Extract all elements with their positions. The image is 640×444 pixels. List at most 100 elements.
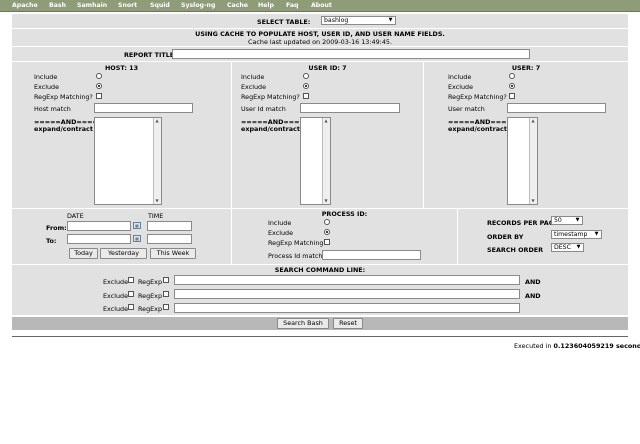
- process-regexp-checkbox[interactable]: [324, 239, 330, 245]
- process-exclude-radio[interactable]: [324, 229, 330, 235]
- nav-about[interactable]: About: [311, 2, 332, 9]
- from-time-input[interactable]: [147, 221, 192, 231]
- records-per-page-select[interactable]: 50 ▼: [551, 216, 583, 225]
- userid-regexp-checkbox[interactable]: [303, 93, 309, 99]
- action-bar: Search Bash Reset: [12, 317, 628, 330]
- host-include-radio[interactable]: [96, 73, 102, 79]
- search-button[interactable]: Search Bash: [277, 318, 329, 329]
- user-match-input[interactable]: [507, 103, 606, 113]
- userid-expand-link[interactable]: expand/contract: [241, 125, 300, 133]
- command-line-input[interactable]: [174, 289, 520, 299]
- date-header: DATE: [67, 212, 84, 220]
- from-label: From:: [46, 224, 67, 232]
- date-process-options: DATE TIME From: ▦ To: ▦ Today Yesterday …: [12, 209, 628, 264]
- execution-time-value: 0.123604059219 seconds: [553, 342, 640, 350]
- scrollbar[interactable]: ▲ ▼: [529, 118, 537, 204]
- from-date-input[interactable]: [67, 221, 131, 231]
- to-time-input[interactable]: [147, 234, 192, 244]
- user-title: USER: 7: [511, 64, 541, 72]
- nav-faq[interactable]: Faq: [286, 2, 298, 9]
- process-match-input[interactable]: [322, 250, 421, 260]
- host-expand-link[interactable]: expand/contract: [34, 125, 93, 133]
- today-button[interactable]: Today: [69, 248, 98, 259]
- top-nav: Apache Bash Samhain Snort Squid Syslog-n…: [0, 0, 640, 12]
- scroll-down-icon[interactable]: ▼: [154, 198, 160, 204]
- nav-snort[interactable]: Snort: [118, 2, 137, 9]
- report-title-label: REPORT TITLE:: [124, 51, 177, 59]
- search-order-select[interactable]: DESC ▼: [551, 243, 584, 252]
- command-line-section: SEARCH COMMAND LINE: Exclude RegExp AND …: [12, 265, 628, 315]
- process-title: PROCESS ID:: [321, 210, 368, 218]
- cmd-regexp-label: RegExp: [138, 292, 163, 300]
- host-regexp-label: RegExp Matching?: [34, 93, 93, 101]
- userid-exclude-label: Exclude: [241, 83, 267, 91]
- userid-listbox[interactable]: ▲ ▼: [300, 117, 331, 205]
- records-per-page-label: RECORDS PER PAGE: [487, 219, 559, 227]
- nav-squid[interactable]: Squid: [150, 2, 170, 9]
- search-order-label: SEARCH ORDER: [487, 246, 544, 254]
- host-listbox[interactable]: ▲ ▼: [94, 117, 162, 205]
- yesterday-button[interactable]: Yesterday: [100, 248, 147, 259]
- command-line-title: SEARCH COMMAND LINE:: [274, 266, 366, 274]
- divider: [231, 62, 232, 208]
- to-date-input[interactable]: [67, 234, 131, 244]
- user-exclude-radio[interactable]: [509, 83, 515, 89]
- host-exclude-label: Exclude: [34, 83, 60, 91]
- host-include-label: Include: [34, 73, 58, 81]
- nav-cache[interactable]: Cache: [227, 2, 248, 9]
- table-select[interactable]: bashlog ▼: [321, 16, 396, 25]
- user-regexp-label: RegExp Matching?: [448, 93, 507, 101]
- this-week-button[interactable]: This Week: [150, 248, 196, 259]
- cmd-and-text: AND: [525, 292, 541, 300]
- scroll-up-icon[interactable]: ▲: [154, 118, 160, 124]
- cmd-exclude-checkbox[interactable]: [128, 277, 134, 283]
- cmd-regexp-checkbox[interactable]: [163, 304, 169, 310]
- calendar-icon[interactable]: ▦: [133, 222, 141, 229]
- command-line-input[interactable]: [174, 275, 520, 285]
- calendar-icon[interactable]: ▦: [133, 235, 141, 242]
- cmd-and-text: AND: [525, 278, 541, 286]
- host-exclude-radio[interactable]: [96, 83, 102, 89]
- user-include-radio[interactable]: [509, 73, 515, 79]
- process-include-radio[interactable]: [324, 219, 330, 225]
- nav-apache[interactable]: Apache: [12, 2, 38, 9]
- report-title-input[interactable]: [172, 49, 530, 59]
- nav-bash[interactable]: Bash: [49, 2, 66, 9]
- user-listbox[interactable]: ▲ ▼: [507, 117, 538, 205]
- chevron-down-icon: ▼: [388, 17, 393, 23]
- cmd-exclude-checkbox[interactable]: [128, 291, 134, 297]
- scroll-up-icon[interactable]: ▲: [323, 118, 329, 124]
- userid-match-label: User Id match: [241, 105, 286, 113]
- scrollbar[interactable]: ▲ ▼: [153, 118, 161, 204]
- order-by-select[interactable]: timestamp ▼: [551, 230, 602, 239]
- cache-info: USING CACHE TO POPULATE HOST, USER ID, A…: [12, 29, 628, 46]
- nav-syslog-ng[interactable]: Syslog-ng: [181, 2, 215, 9]
- scrollbar[interactable]: ▲ ▼: [322, 118, 330, 204]
- nav-samhain[interactable]: Samhain: [77, 2, 107, 9]
- host-title: HOST: 13: [104, 64, 139, 72]
- host-match-input[interactable]: [94, 103, 193, 113]
- reset-button[interactable]: Reset: [333, 318, 363, 329]
- userid-include-radio[interactable]: [303, 73, 309, 79]
- userid-match-input[interactable]: [300, 103, 400, 113]
- cache-notice: USING CACHE TO POPULATE HOST, USER ID, A…: [195, 30, 445, 38]
- command-line-input[interactable]: [174, 303, 520, 313]
- user-regexp-checkbox[interactable]: [509, 93, 515, 99]
- divider: [423, 62, 424, 208]
- cmd-regexp-checkbox[interactable]: [163, 277, 169, 283]
- cmd-exclude-checkbox[interactable]: [128, 304, 134, 310]
- host-regexp-checkbox[interactable]: [96, 93, 102, 99]
- userid-exclude-radio[interactable]: [303, 83, 309, 89]
- divider: [12, 336, 628, 337]
- cmd-regexp-checkbox[interactable]: [163, 291, 169, 297]
- cmd-regexp-label: RegExp: [138, 305, 163, 313]
- process-match-label: Process Id match: [268, 252, 323, 260]
- order-by-label: ORDER BY: [487, 233, 524, 241]
- userid-include-label: Include: [241, 73, 265, 81]
- cache-updated: Cache last updated on 2009-03-16 13:49:4…: [248, 38, 392, 46]
- nav-help[interactable]: Help: [258, 2, 274, 9]
- scroll-down-icon[interactable]: ▼: [530, 198, 536, 204]
- scroll-up-icon[interactable]: ▲: [530, 118, 536, 124]
- scroll-down-icon[interactable]: ▼: [323, 198, 329, 204]
- user-expand-link[interactable]: expand/contract: [448, 125, 507, 133]
